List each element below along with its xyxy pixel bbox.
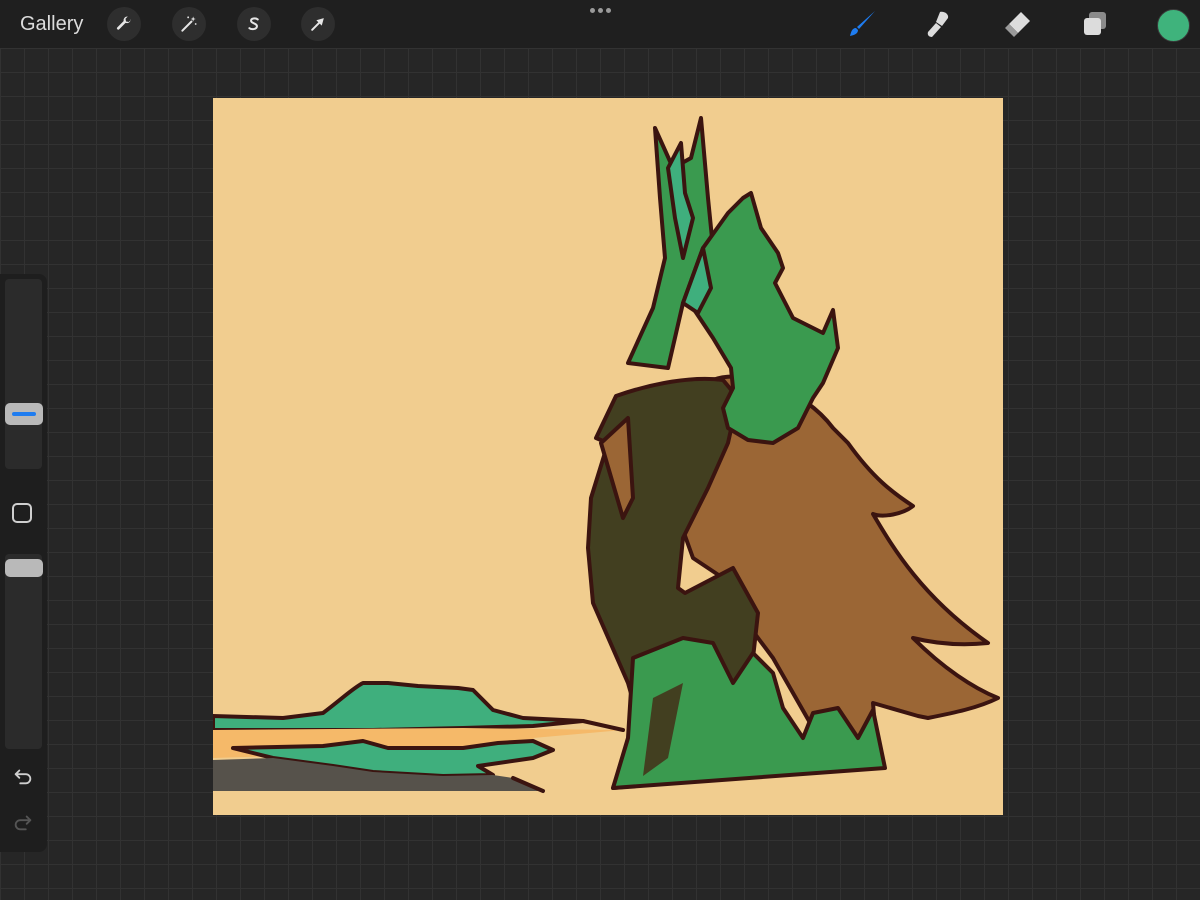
undo-arrow-icon <box>14 769 32 785</box>
actions-button[interactable] <box>107 7 141 41</box>
left-horn-shape <box>626 116 715 370</box>
brush-icon <box>850 11 875 36</box>
artwork <box>213 116 1000 793</box>
brush-size-handle[interactable] <box>5 403 43 425</box>
modify-button[interactable] <box>12 503 32 523</box>
hill-shape <box>213 681 585 732</box>
brush-tool-button[interactable] <box>846 8 878 40</box>
layers-button[interactable] <box>1079 8 1111 40</box>
eraser-icon <box>1005 12 1030 37</box>
layers-icon <box>1084 12 1106 35</box>
redo-button[interactable] <box>9 808 37 836</box>
selection-button[interactable] <box>237 7 271 41</box>
transform-arrow-icon <box>311 18 324 31</box>
more-options-dots[interactable] <box>584 2 616 18</box>
dot-icon <box>589 7 595 13</box>
top-toolbar: Gallery <box>0 0 1200 48</box>
opacity-handle[interactable] <box>5 559 43 577</box>
dot-icon <box>605 7 611 13</box>
magic-wand-icon <box>181 16 197 32</box>
color-picker-swatch[interactable] <box>1157 9 1190 42</box>
smudge-tool-button[interactable] <box>923 8 955 40</box>
brush-size-slider[interactable] <box>5 279 43 469</box>
transform-button[interactable] <box>301 7 335 41</box>
left-sidebar <box>0 274 47 852</box>
dot-icon <box>597 7 603 13</box>
selection-s-icon <box>248 17 259 31</box>
opacity-slider[interactable] <box>5 554 43 749</box>
drawing-canvas[interactable] <box>213 98 1003 815</box>
smudge-icon <box>927 11 949 37</box>
eraser-tool-button[interactable] <box>1001 8 1033 40</box>
handle-indicator <box>12 412 36 416</box>
wrench-icon <box>116 16 131 30</box>
adjustments-button[interactable] <box>172 7 206 41</box>
redo-arrow-icon <box>14 815 32 831</box>
procreate-app: Gallery <box>0 0 1200 900</box>
gallery-button[interactable]: Gallery <box>20 12 83 36</box>
undo-button[interactable] <box>9 762 37 790</box>
